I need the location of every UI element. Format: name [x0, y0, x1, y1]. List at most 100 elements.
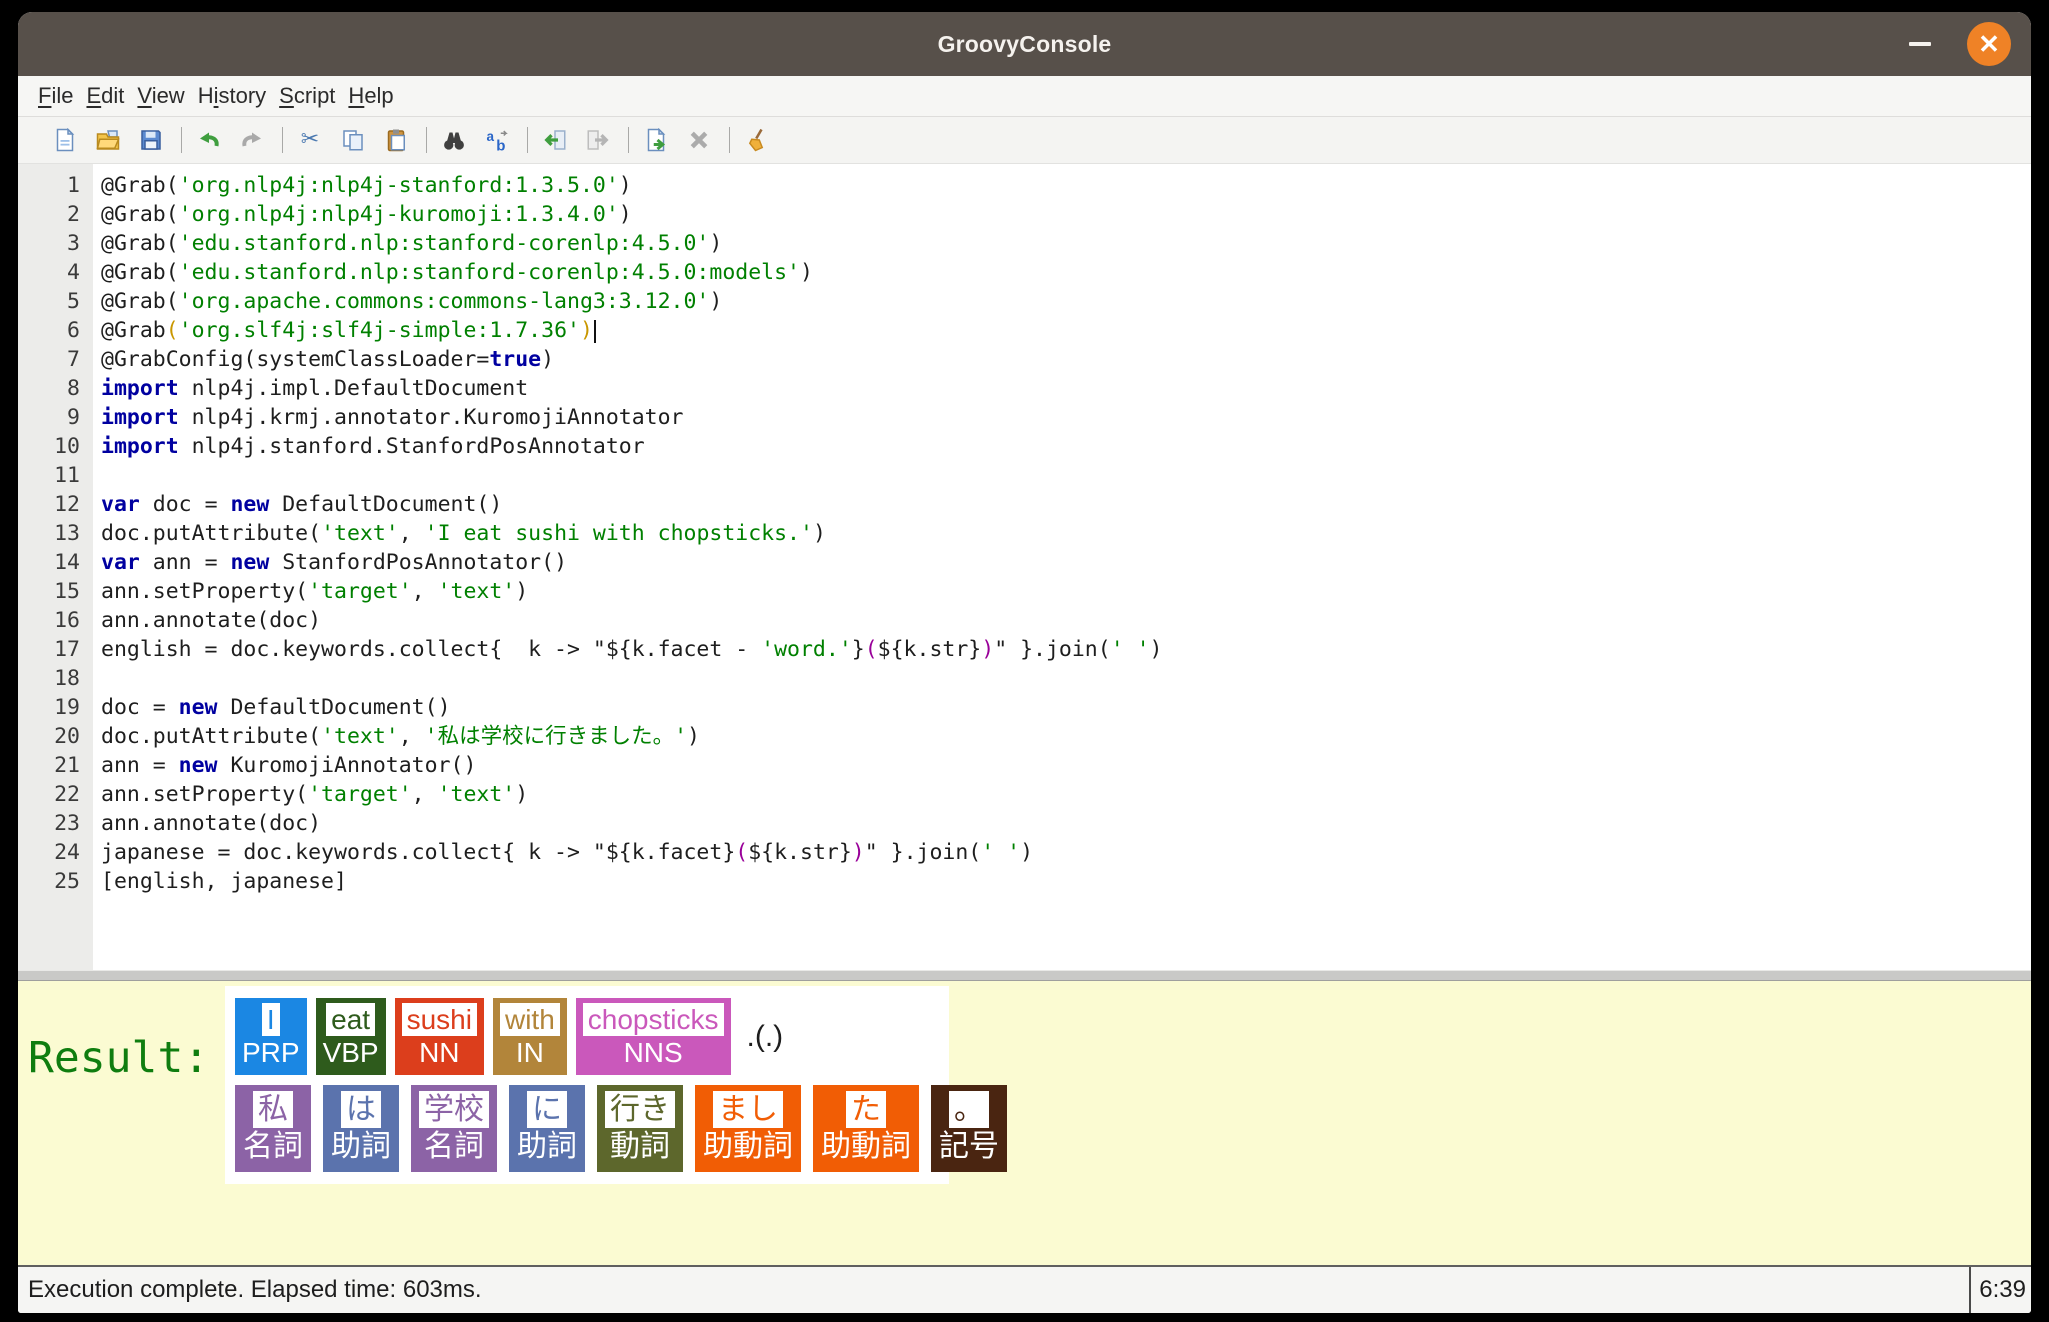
history-previous-button[interactable]: [538, 123, 572, 157]
pos-word: は: [341, 1091, 381, 1128]
undo-button[interactable]: [192, 123, 226, 157]
code-line-2: @Grab('org.nlp4j:nlp4j-kuromoji:1.3.4.0'…: [101, 202, 632, 227]
code-editor[interactable]: 1 2 3 4 5 6 7 8 9 10 11 12 13 14 15 16 17 18 19 20 21 22 23 24 2…: [18, 164, 2031, 970]
line-number: 14: [54, 550, 80, 575]
paste-icon: [387, 129, 405, 152]
pos-box: chopsticks NNS: [575, 998, 731, 1075]
code-line-16: ann.annotate(doc): [101, 608, 322, 633]
line-number: 3: [67, 231, 80, 256]
pos-word: 私: [253, 1091, 293, 1128]
output-area: Result: I PRP eat VBP sushi NN with IN chopstick…: [18, 981, 2031, 1265]
pos-box: 。記号: [931, 1085, 1007, 1172]
code-line-21: ann = new KuromojiAnnotator(): [101, 753, 477, 778]
code-line-13: doc.putAttribute('text', 'I eat sushi wi…: [101, 521, 826, 546]
pos-box: 私名詞: [235, 1085, 311, 1172]
line-number: 4: [67, 260, 80, 285]
execute-button[interactable]: [639, 123, 673, 157]
line-number: 15: [54, 579, 80, 604]
result-panel: I PRP eat VBP sushi NN with IN chopsticks NNS .(.)…: [225, 986, 1007, 1184]
code-line-6: @Grab('org.slf4j:slf4j-simple:1.7.36'): [101, 316, 2031, 345]
pos-tag: 名詞: [424, 1130, 484, 1163]
pos-tag: IN: [515, 1037, 544, 1068]
toolbar-separator: [282, 127, 283, 153]
code-line-10: import nlp4j.stanford.StanfordPosAnnotat…: [101, 434, 645, 459]
execute-icon: [647, 128, 666, 152]
minimize-button[interactable]: [1903, 27, 1937, 61]
close-button[interactable]: ✕: [1967, 22, 2011, 66]
pos-box: eat VBP: [315, 998, 386, 1075]
code-text-area[interactable]: @Grab('org.nlp4j:nlp4j-stanford:1.3.5.0'…: [93, 164, 2031, 970]
find-button[interactable]: [437, 123, 471, 157]
toolbar-separator: [426, 127, 427, 153]
minimize-icon: [1909, 42, 1931, 46]
pos-tag: 助動詞: [703, 1130, 793, 1163]
pos-word: に: [527, 1091, 567, 1128]
paste-button[interactable]: [379, 123, 413, 157]
menu-history[interactable]: History: [198, 83, 266, 109]
redo-button[interactable]: [235, 123, 269, 157]
line-number: 18: [54, 666, 80, 691]
split-pane-divider[interactable]: [18, 970, 2031, 981]
cut-button[interactable]: ✂: [293, 123, 327, 157]
window-title: GroovyConsole: [937, 30, 1112, 57]
menu-help[interactable]: Help: [348, 83, 393, 109]
code-line-1: @Grab('org.nlp4j:nlp4j-stanford:1.3.5.0'…: [101, 173, 632, 198]
clear-output-button[interactable]: [740, 123, 774, 157]
svg-text:a: a: [487, 129, 495, 144]
title-bar[interactable]: GroovyConsole ✕: [18, 12, 2031, 76]
pos-tag: PRP: [242, 1037, 300, 1068]
line-number: 7: [67, 347, 80, 372]
line-number: 19: [54, 695, 80, 720]
line-number: 22: [54, 782, 80, 807]
pos-tag: 助詞: [517, 1130, 577, 1163]
line-number: 21: [54, 753, 80, 778]
code-line-20: doc.putAttribute('text', '私は学校に行きました。'): [101, 724, 700, 749]
code-line-17: english = doc.keywords.collect{ k -> "${…: [101, 637, 1163, 662]
interrupt-button[interactable]: [682, 123, 716, 157]
open-file-button[interactable]: [91, 123, 125, 157]
save-button[interactable]: [134, 123, 168, 157]
line-number: 25: [54, 869, 80, 894]
history-previous-icon: [544, 130, 566, 150]
new-file-button[interactable]: [48, 123, 82, 157]
groovy-console-window: GroovyConsole ✕ File Edit View History Scrip…: [18, 12, 2031, 1313]
pos-tag: 記号: [939, 1130, 999, 1163]
copy-button[interactable]: [336, 123, 370, 157]
save-icon: [141, 130, 161, 150]
undo-icon: [200, 132, 219, 147]
pos-word: sushi: [401, 1003, 477, 1036]
english-pos-row: I PRP eat VBP sushi NN with IN chopsticks NNS .(.): [235, 986, 949, 1075]
pos-word: まし: [713, 1091, 783, 1128]
replace-button[interactable]: ab: [480, 123, 514, 157]
pos-tag: NN: [419, 1037, 460, 1068]
line-number: 24: [54, 840, 80, 865]
pos-word: eat: [326, 1003, 376, 1036]
japanese-pos-row: 私名詞は助詞 学校 名詞に助詞 行き 動詞 まし 助動詞た助動詞。記号: [235, 1085, 1007, 1172]
line-number: 2: [67, 202, 80, 227]
close-icon: ✕: [1978, 29, 2000, 59]
code-line-9: import nlp4j.krmj.annotator.KuromojiAnno…: [101, 405, 684, 430]
window-controls: ✕: [1903, 12, 2011, 76]
line-number: 9: [67, 405, 80, 430]
line-number: 10: [54, 434, 80, 459]
code-line-5: @Grab('org.apache.commons:commons-lang3:…: [101, 289, 723, 314]
menu-bar: File Edit View History Script Help: [18, 76, 2031, 117]
menu-script[interactable]: Script: [279, 83, 335, 109]
replace-icon: ab: [487, 129, 508, 152]
history-next-button[interactable]: [581, 123, 615, 157]
menu-edit[interactable]: Edit: [86, 83, 124, 109]
menu-view[interactable]: View: [137, 83, 184, 109]
pos-box: I PRP: [235, 998, 307, 1075]
menu-file[interactable]: File: [38, 83, 73, 109]
toolbar-separator: [181, 127, 182, 153]
pos-box: まし 助動詞: [695, 1085, 801, 1172]
pos-word: with: [499, 1003, 560, 1036]
toolbar: ✂ a b: [18, 117, 2031, 164]
line-number: 16: [54, 608, 80, 633]
code-line-25: [english, japanese]: [101, 869, 347, 894]
find-icon: [444, 132, 464, 150]
open-file-icon: [96, 130, 120, 150]
english-punct-result: .(.): [746, 1019, 784, 1053]
line-number: 13: [54, 521, 80, 546]
